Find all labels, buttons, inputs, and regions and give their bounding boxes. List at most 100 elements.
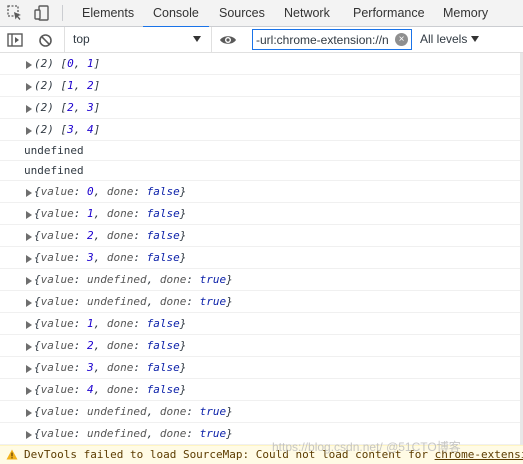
show-sidebar-icon[interactable] [6,31,24,49]
expand-triangle-icon[interactable] [26,83,32,91]
array-item: 3 [87,101,94,114]
brace: } [179,185,187,198]
property-value: 3 [87,251,94,264]
live-expression-icon[interactable] [219,31,237,49]
property-key: done [106,185,134,198]
array-item: 3 [67,123,74,136]
console-message-row[interactable]: {value: undefined, done: true} [0,291,523,313]
tab-performance[interactable]: Performance [351,0,427,27]
tab-network[interactable]: Network [282,0,332,27]
console-message-row[interactable]: (2) [2, 3] [0,97,523,119]
console-message-row[interactable]: {value: 0, done: false} [0,181,523,203]
element-picker-icon[interactable] [6,4,24,22]
expand-triangle-icon[interactable] [26,299,32,307]
console-message-row[interactable]: {value: 3, done: false} [0,357,523,379]
expand-triangle-icon[interactable] [26,321,32,329]
brace: { [34,229,41,242]
console-message-row[interactable]: {value: 1, done: false} [0,203,523,225]
console-message-row[interactable]: (2) [3, 4] [0,119,523,141]
brace: { [34,361,41,374]
separator: : [73,185,87,198]
console-message-row[interactable]: {value: 1, done: false} [0,313,523,335]
property-value: false [146,383,180,396]
separator: , [93,207,107,220]
separator: : [73,405,87,418]
console-message-row[interactable]: {value: undefined, done: true} [0,269,523,291]
console-message-row[interactable]: {value: undefined, done: true} [0,401,523,423]
property-key: value [40,383,74,396]
array-suffix: ] [93,57,101,70]
console-message-row[interactable]: {value: 2, done: false} [0,225,523,247]
console-message-text: {value: undefined, done: true} [24,295,233,308]
console-message-row[interactable]: {value: 4, done: false} [0,379,523,401]
clear-console-icon[interactable] [36,31,54,49]
separator: : [73,317,87,330]
console-message-row[interactable]: (2) [1, 2] [0,75,523,97]
expand-triangle-icon[interactable] [26,189,32,197]
tab-console[interactable]: Console [143,0,209,28]
console-toolbar: top × All levels [0,27,523,53]
console-message-text: {value: 3, done: false} [24,251,186,264]
tab-elements[interactable]: Elements [80,0,136,27]
filter-input[interactable] [253,30,393,49]
expand-triangle-icon[interactable] [26,61,32,69]
tab-sources[interactable]: Sources [217,0,267,27]
console-message-text: {value: 1, done: false} [24,207,186,220]
console-message-text: {value: 3, done: false} [24,361,186,374]
property-value: false [146,251,180,264]
expand-triangle-icon[interactable] [26,233,32,241]
property-value: 1 [87,317,94,330]
console-message-row[interactable]: {value: 2, done: false} [0,335,523,357]
console-message-row[interactable]: (2) [0, 1] [0,53,523,75]
separator: , [93,383,107,396]
chevron-down-icon [193,36,201,42]
tab-memory[interactable]: Memory [441,0,490,27]
property-value: false [146,317,180,330]
expand-triangle-icon[interactable] [26,277,32,285]
context-selector[interactable]: top [64,27,212,52]
expand-triangle-icon[interactable] [26,343,32,351]
brace: { [34,339,41,352]
array-item: 2 [87,79,94,92]
expand-triangle-icon[interactable] [26,409,32,417]
separator: , [93,317,107,330]
property-key: done [159,427,187,440]
array-prefix: (2) [ [34,123,68,136]
expand-triangle-icon[interactable] [26,105,32,113]
property-key: done [106,207,134,220]
expand-triangle-icon[interactable] [26,211,32,219]
property-key: value [40,229,74,242]
expand-triangle-icon[interactable] [26,255,32,263]
log-levels-dropdown[interactable]: All levels [420,32,480,46]
array-item: 0 [67,57,74,70]
expand-triangle-icon[interactable] [26,431,32,439]
separator: : [73,361,87,374]
brace: } [226,405,233,418]
expand-triangle-icon[interactable] [26,387,32,395]
brace: { [34,207,41,220]
property-value: false [146,361,180,374]
device-toolbar-icon[interactable] [33,4,51,22]
separator: , [93,361,107,374]
brace: } [226,427,233,440]
log-value: undefined [24,164,84,177]
property-key: done [106,229,134,242]
property-key: value [40,185,74,198]
separator: , [73,57,87,70]
clear-filter-icon[interactable]: × [395,33,408,46]
separator: , [73,123,87,136]
console-message-row[interactable]: {value: 3, done: false} [0,247,523,269]
console-message-text: {value: undefined, done: true} [24,273,233,286]
separator: : [73,295,87,308]
brace: } [179,383,187,396]
expand-triangle-icon[interactable] [26,127,32,135]
separator: : [73,339,87,352]
separator: , [93,185,107,198]
filter-input-box[interactable]: × [252,29,412,50]
property-key: value [40,273,74,286]
separator: : [133,361,147,374]
console-message-text: {value: undefined, done: true} [24,405,233,418]
expand-triangle-icon[interactable] [26,365,32,373]
property-value: false [146,339,180,352]
log-levels-label: All levels [420,32,468,46]
